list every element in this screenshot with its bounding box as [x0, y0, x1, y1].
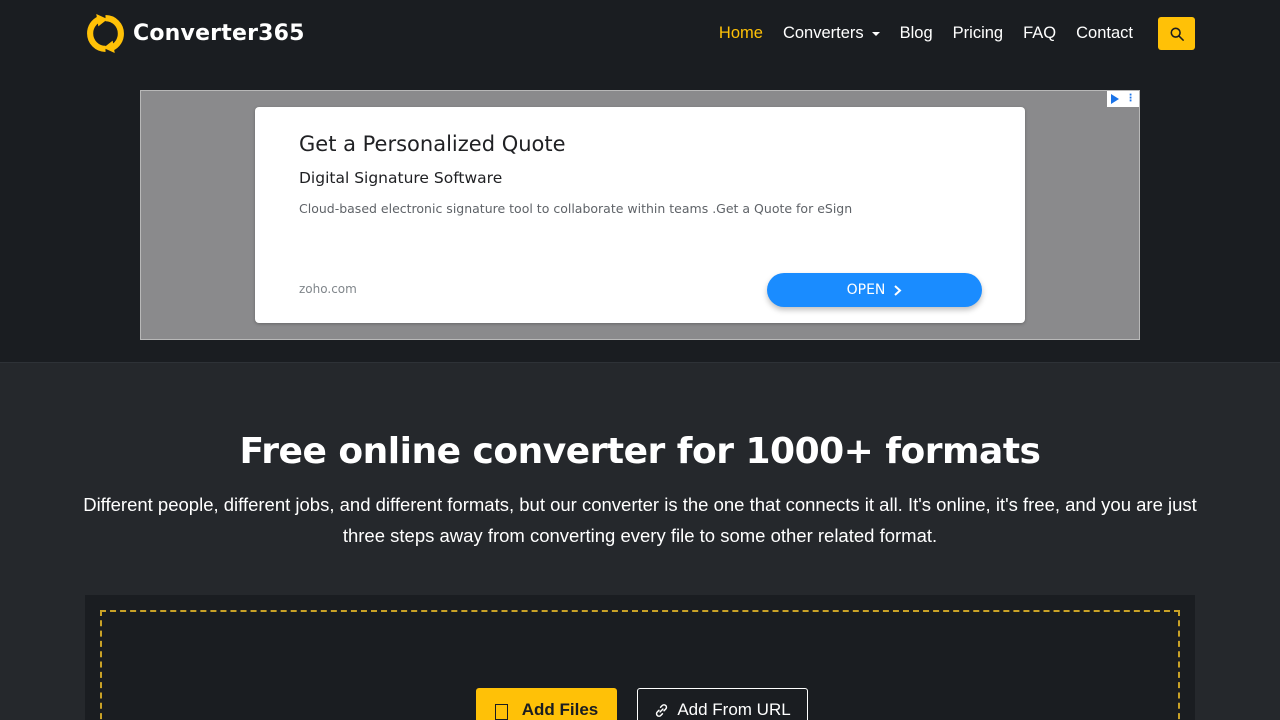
ad-description: Cloud-based electronic signature tool to…: [299, 201, 853, 216]
link-icon: [656, 703, 668, 717]
ad-banner: ⋮ Get a Personalized Quote Digital Signa…: [140, 90, 1140, 340]
refresh-arrows-logo-icon: [87, 13, 124, 53]
nav-item-contact[interactable]: Contact: [1076, 24, 1133, 43]
ad-domain: zoho.com: [299, 282, 357, 296]
chevron-right-icon: [894, 284, 902, 296]
ad-open-label: OPEN: [846, 282, 886, 298]
ad-title[interactable]: Get a Personalized Quote: [299, 132, 566, 156]
main-nav: Home Converters Blog Pricing FAQ Contact: [699, 0, 1133, 67]
page-description: Different people, different jobs, and di…: [83, 494, 1197, 546]
ad-choices-icon: [1110, 94, 1119, 104]
nav-item-converters[interactable]: Converters: [783, 24, 880, 43]
more-options-icon: ⋮: [1125, 93, 1136, 104]
add-from-url-button[interactable]: Add From URL: [637, 688, 808, 720]
ad-open-button[interactable]: OPEN: [767, 273, 982, 307]
site-logo[interactable]: Converter365: [85, 13, 305, 53]
nav-item-pricing[interactable]: Pricing: [953, 24, 1003, 43]
add-files-label: Add Files: [521, 700, 599, 719]
search-button[interactable]: [1158, 17, 1195, 50]
nav-item-converters-label: Converters: [782, 24, 864, 42]
page-title: Free online converter for 1000+ formats: [239, 431, 1041, 472]
add-from-url-label: Add From URL: [677, 700, 791, 719]
ad-choices-badge[interactable]: ⋮: [1107, 91, 1139, 107]
brand-name: Converter365: [133, 20, 305, 46]
nav-item-home[interactable]: Home: [719, 24, 763, 43]
nav-item-blog[interactable]: Blog: [900, 24, 933, 43]
nav-item-faq[interactable]: FAQ: [1023, 24, 1056, 43]
add-files-button[interactable]: Add Files: [476, 688, 617, 720]
upload-panel: Add Files Add From URL: [85, 595, 1195, 720]
file-icon: [494, 703, 508, 720]
file-drop-zone[interactable]: Add Files Add From URL: [100, 610, 1180, 720]
ad-subtitle: Digital Signature Software: [299, 169, 503, 187]
ad-card[interactable]: Get a Personalized Quote Digital Signatu…: [255, 107, 1025, 323]
search-icon: [1170, 27, 1184, 41]
chevron-down-icon: [871, 31, 880, 36]
